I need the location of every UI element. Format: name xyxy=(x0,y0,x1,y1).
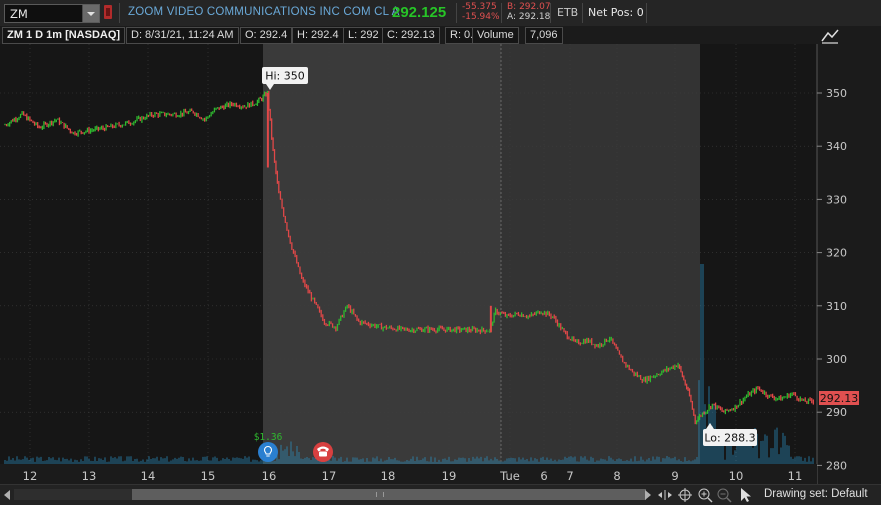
lo-label: Lo: 288.3 xyxy=(704,432,755,445)
bar-date: D: 8/31/21, 11:24 AM xyxy=(126,27,239,44)
x-tick-label: 11 xyxy=(788,469,803,483)
volume-label[interactable]: Volume xyxy=(472,27,519,44)
symbol-bar: ZM ZOOM VIDEO COMMUNICATIONS INC COM CL … xyxy=(0,0,881,27)
extended-hours-shade xyxy=(501,44,700,464)
y-tick-label: 300 xyxy=(826,353,847,366)
bar-high: H: 292.4 xyxy=(292,27,344,44)
x-tick-label: 6 xyxy=(540,469,547,483)
price-chart[interactable]: 280290300310320330340350 12 13 14 15 16 17 18 1… xyxy=(0,44,881,484)
symbol-dropdown-button[interactable] xyxy=(82,5,99,22)
x-tick-label: 12 xyxy=(23,469,38,483)
chart-toolbar: Drawing set: Default xyxy=(0,484,881,505)
x-tick-label: 7 xyxy=(566,469,573,483)
x-tick-label: 13 xyxy=(82,469,97,483)
bar-open: O: 292.4 xyxy=(240,27,293,44)
y-tick-label: 280 xyxy=(826,459,847,472)
x-tick-label: 16 xyxy=(262,469,277,483)
y-tick-label: 340 xyxy=(826,140,847,153)
time-axis xyxy=(0,464,817,484)
x-tick-label: 14 xyxy=(141,469,156,483)
divider xyxy=(550,3,551,23)
symbol-text: ZM xyxy=(10,7,28,21)
bar-low: L: 292 xyxy=(343,27,384,44)
conference-call-event[interactable] xyxy=(313,442,333,462)
divider xyxy=(501,3,502,23)
net-position: Net Pos: 0 xyxy=(588,6,644,19)
ask-price: A: 292.18 xyxy=(507,12,551,22)
etb-label: ETB xyxy=(557,6,579,19)
earnings-icon[interactable] xyxy=(258,442,278,462)
bar-volume: 7,096 xyxy=(525,27,563,44)
bid-price: B: 292.07 xyxy=(507,2,551,12)
symbol-input[interactable]: ZM xyxy=(4,4,100,23)
zoom-out-icon[interactable] xyxy=(716,487,732,503)
scrollbar-grip xyxy=(376,492,384,497)
y-tick-label: 320 xyxy=(826,247,847,260)
percent-change: -15.94% xyxy=(462,12,500,22)
flag-icon[interactable] xyxy=(104,5,112,19)
earnings-label: $1.36 xyxy=(254,432,283,443)
x-tick-label: 15 xyxy=(201,469,216,483)
y-tick-label: 350 xyxy=(826,87,847,100)
y-tick-label: 310 xyxy=(826,300,847,313)
y-tick-label: 330 xyxy=(826,193,847,206)
chart-scrollbar[interactable] xyxy=(14,489,646,500)
divider xyxy=(582,3,583,23)
divider xyxy=(646,3,647,23)
x-tick-label: 17 xyxy=(322,469,337,483)
x-tick-label: 18 xyxy=(381,469,396,483)
y-tick-label: 290 xyxy=(826,406,847,419)
divider xyxy=(456,3,457,23)
crosshair-icon[interactable] xyxy=(677,487,693,503)
scroll-left-arrow[interactable] xyxy=(4,490,10,500)
divider xyxy=(119,3,120,23)
extended-hours-shade xyxy=(263,44,501,464)
x-axis: 12 13 14 15 16 17 18 19 Tue 6 7 8 9 10 11 xyxy=(0,464,817,484)
company-name: ZOOM VIDEO COMMUNICATIONS INC COM CL A xyxy=(128,6,400,18)
last-price: 292.125 xyxy=(392,4,447,21)
chart-style-icon[interactable] xyxy=(820,27,840,45)
x-tick-label: 10 xyxy=(729,469,744,483)
x-tick-label: 19 xyxy=(442,469,457,483)
last-price-tag-label: 292.13 xyxy=(820,392,859,405)
x-tick-label: 9 xyxy=(671,469,678,483)
hi-label: Hi: 350 xyxy=(265,70,305,83)
x-tick-label: 8 xyxy=(613,469,620,483)
net-change: -55.375 xyxy=(462,2,497,12)
zoom-in-icon[interactable] xyxy=(697,487,713,503)
scrollbar-thumb[interactable] xyxy=(132,489,646,500)
x-tick-label: Tue xyxy=(499,469,520,483)
chart-info-row: ZM 1 D 1m [NASDAQ] D: 8/31/21, 11:24 AM … xyxy=(0,26,881,44)
chart-title[interactable]: ZM 1 D 1m [NASDAQ] xyxy=(2,27,126,44)
scroll-right-arrow[interactable] xyxy=(645,490,651,500)
bar-close: C: 292.13 xyxy=(382,27,440,44)
cursor-pointer-icon[interactable] xyxy=(738,487,754,503)
last-price-tag: 292.13 xyxy=(819,391,859,405)
drawing-set-selector[interactable]: Drawing set: Default xyxy=(764,488,868,500)
expand-time-axis-icon[interactable] xyxy=(657,487,673,503)
